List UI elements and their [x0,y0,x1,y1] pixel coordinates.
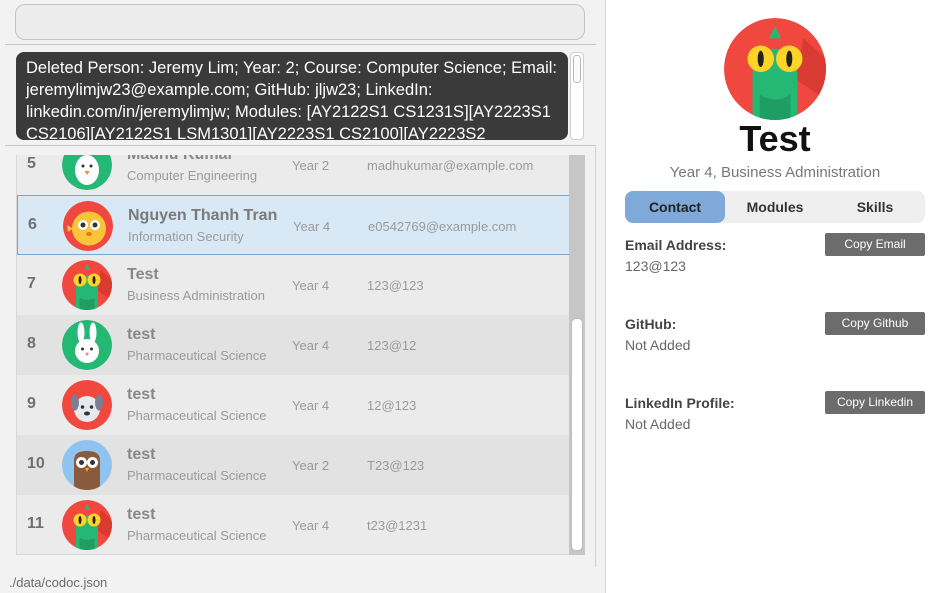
result-scrollbar-thumb[interactable] [573,55,581,83]
person-card[interactable]: 9 test Pharmaceutical Science Year 4 12@123 [17,375,570,435]
tab-skills[interactable]: Skills [825,191,925,223]
profile-tabs: Contact Modules Skills [625,191,925,223]
person-course: Information Security [128,229,244,244]
left-pane: Deleted Person: Jeremy Lim; Year: 2; Cou… [0,0,605,593]
linkedin-label: LinkedIn Profile: [625,395,735,411]
owl-icon [62,440,112,490]
person-name: Test [127,266,159,283]
tab-modules[interactable]: Modules [725,191,825,223]
person-course: Pharmaceutical Science [127,408,267,423]
person-index: 7 [27,275,36,292]
person-name: test [127,506,156,523]
github-label: GitHub: [625,316,677,332]
person-list-scrollbar-thumb[interactable] [571,318,583,551]
result-display[interactable]: Deleted Person: Jeremy Lim; Year: 2; Cou… [16,52,568,140]
linkedin-value: Not Added [625,416,691,432]
person-course: Computer Engineering [127,168,258,183]
person-index: 9 [27,395,36,412]
person-year: Year 2 [292,458,330,473]
person-card[interactable]: 8 test Pharmaceutical Science Year 4 123@12 [17,315,570,375]
person-course: Pharmaceutical Science [127,528,267,543]
person-year: Year 4 [292,278,330,293]
person-name: test [127,386,156,403]
email-label: Email Address: [625,237,727,253]
person-index: 10 [27,455,45,472]
person-year: Year 4 [292,338,330,353]
command-area [5,0,596,45]
person-card[interactable]: 7 Test Business Administration Year 4 123@12… [17,255,570,315]
person-email: 123@12 [367,338,417,353]
profile-name: Test [739,118,811,159]
person-card[interactable]: 5 Madhu Kumar Computer Engineering Year 2 ma… [17,155,570,195]
person-list-scrollbar[interactable] [569,155,585,555]
dog-icon [62,380,112,430]
person-index: 8 [27,335,36,352]
person-email: t23@1231 [367,518,428,533]
person-list-panel: 5 Madhu Kumar Computer Engineering Year 2 ma… [5,147,596,567]
copy-github-button[interactable]: Copy Github [825,312,925,335]
chameleon-icon [62,500,112,550]
person-card[interactable]: 11 test Pharmaceutical Science Year 4 t23@12… [17,495,570,554]
person-course: Pharmaceutical Science [127,468,267,483]
result-display-area: Deleted Person: Jeremy Lim; Year: 2; Cou… [5,46,596,146]
person-index: 5 [27,155,36,172]
chick-icon [62,155,112,190]
chameleon-icon [62,260,112,310]
person-name: Madhu Kumar [127,155,234,164]
person-card[interactable]: 6 Nguyen Thanh Tran Information Security Ye… [17,195,570,255]
person-course: Pharmaceutical Science [127,348,267,363]
person-index: 11 [27,515,44,532]
person-email: madhukumar@example.com [367,158,534,173]
person-name: test [127,446,156,463]
person-list-rows: 5 Madhu Kumar Computer Engineering Year 2 ma… [17,155,570,554]
person-name: Nguyen Thanh Tran [128,207,278,224]
person-email: e0542769@example.com [368,219,517,234]
profile-avatar [724,18,826,120]
command-input[interactable] [15,4,585,40]
copy-linkedin-button[interactable]: Copy Linkedin [825,391,925,414]
profile-panel: Test Year 4, Business Administration Con… [605,0,943,593]
person-year: Year 2 [292,158,330,173]
copy-email-button[interactable]: Copy Email [825,233,925,256]
status-bar: ./data/codoc.json [5,567,596,593]
tab-contact[interactable]: Contact [625,191,725,223]
save-location: ./data/codoc.json [9,575,108,590]
pufferfish-icon [63,201,113,251]
person-list: 5 Madhu Kumar Computer Engineering Year 2 ma… [16,155,570,555]
person-name: test [127,326,156,343]
person-index: 6 [28,216,37,233]
person-year: Year 4 [292,398,330,413]
email-value: 123@123 [625,258,686,274]
result-scrollbar[interactable] [570,52,584,140]
result-text: Deleted Person: Jeremy Lim; Year: 2; Cou… [26,59,557,140]
person-card[interactable]: 10 test Pharmaceutical Science Year 2 T23@12… [17,435,570,495]
person-email: 12@123 [367,398,417,413]
person-year: Year 4 [292,518,330,533]
person-course: Business Administration [127,288,266,303]
rabbit-icon [62,320,112,370]
person-email: 123@123 [367,278,424,293]
person-email: T23@123 [367,458,425,473]
chameleon-icon [724,18,826,120]
profile-subtitle: Year 4, Business Administration [669,164,881,181]
github-value: Not Added [625,337,691,353]
person-year: Year 4 [293,219,331,234]
